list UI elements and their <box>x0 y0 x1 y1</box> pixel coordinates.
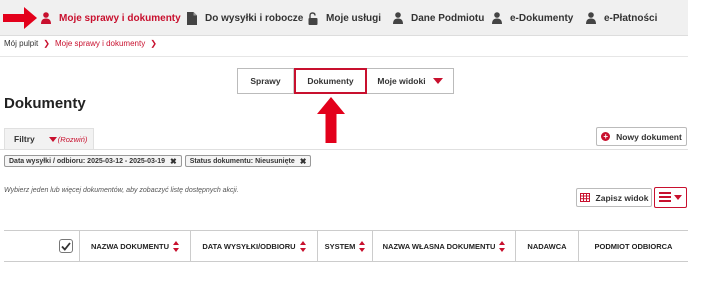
column-header-nadawca[interactable]: NADAWCA <box>516 231 579 261</box>
tab-sprawy[interactable]: Sprawy <box>238 69 294 93</box>
user-icon <box>40 11 52 25</box>
nav-item-label: Moje usługi <box>326 12 381 24</box>
column-header-label: DATA WYSYŁKI/ODBIORU <box>202 241 296 251</box>
nav-item-e-platnosci[interactable]: e-Płatności <box>585 0 657 36</box>
caret-down-icon <box>674 195 682 200</box>
sort-icon[interactable] <box>359 240 366 252</box>
document-icon <box>186 11 198 25</box>
unlock-icon <box>307 11 319 25</box>
view-tabs: Sprawy Dokumenty Moje widoki <box>237 68 454 94</box>
breadcrumb: Mój pulpit ❯ Moje sprawy i dokumenty ❯ <box>4 39 162 48</box>
filter-chip[interactable]: Data wysyłki / odbioru: 2025-03-12 - 202… <box>4 155 182 167</box>
nav-item-moje-sprawy[interactable]: Moje sprawy i dokumenty <box>40 0 181 36</box>
nav-item-label: Do wysyłki i robocze <box>205 12 304 24</box>
nav-item-label: e-Dokumenty <box>510 12 574 24</box>
column-header-podmiot-odbiorca[interactable]: PODMIOT ODBIORCA <box>579 231 688 261</box>
save-view-button[interactable]: Zapisz widok <box>576 188 652 207</box>
column-header-nazwa-dokumentu[interactable]: NAZWA DOKUMENTU <box>80 231 191 261</box>
tab-moje-widoki[interactable]: Moje widoki <box>367 69 453 93</box>
save-view-label: Zapisz widok <box>595 192 649 203</box>
filter-chip-label: Data wysyłki / odbioru: 2025-03-12 - 202… <box>9 157 166 165</box>
nav-item-e-dokumenty[interactable]: e-Dokumenty <box>491 0 573 36</box>
filter-chip[interactable]: Status dokumentu: Nieusunięte ✖ <box>184 155 312 167</box>
page-title: Dokumenty <box>4 95 86 112</box>
hamburger-icon <box>659 189 671 207</box>
nav-item-do-wysylki[interactable]: Do wysyłki i robocze <box>186 0 303 36</box>
tab-label: Sprawy <box>250 76 281 86</box>
user-icon <box>392 11 404 25</box>
filters-label: Filtry <box>14 134 35 144</box>
nav-item-moje-uslugi[interactable]: Moje usługi <box>307 0 381 36</box>
column-header-label: NAZWA DOKUMENTU <box>90 241 170 251</box>
column-header-label: SYSTEM <box>324 241 356 251</box>
tab-dokumenty[interactable]: Dokumenty <box>294 68 367 94</box>
close-icon[interactable]: ✖ <box>300 157 307 166</box>
divider <box>0 56 688 57</box>
user-icon <box>585 11 597 25</box>
column-header-data-wysylki[interactable]: DATA WYSYŁKI/ODBIORU <box>191 231 318 261</box>
checkmark-icon <box>61 241 71 251</box>
nav-item-label: e-Płatności <box>604 12 658 24</box>
user-icon <box>491 11 503 25</box>
breadcrumb-item-moj-pulpit[interactable]: Mój pulpit <box>4 39 38 48</box>
plus-circle-icon: + <box>601 132 611 141</box>
actions-menu-button[interactable] <box>654 187 687 208</box>
new-document-button[interactable]: + Nowy dokument <box>596 127 687 146</box>
select-all-column <box>4 231 80 261</box>
caret-down-icon <box>432 78 443 84</box>
tab-label: Moje widoki <box>377 76 426 86</box>
column-header-system[interactable]: SYSTEM <box>318 231 373 261</box>
filters-expand-label: (Rozwiń) <box>57 134 88 144</box>
table-icon <box>579 193 590 202</box>
filters-expand-toggle[interactable]: (Rozwiń) <box>48 134 88 144</box>
column-header-nazwa-wlasna[interactable]: NAZWA WŁASNA DOKUMENTU <box>373 231 516 261</box>
sort-icon[interactable] <box>499 240 506 252</box>
active-filter-chips: Data wysyłki / odbioru: 2025-03-12 - 202… <box>4 155 312 167</box>
annotation-arrow-right-icon <box>3 7 37 29</box>
filters-tab[interactable]: Filtry (Rozwiń) <box>4 128 94 149</box>
tab-label: Dokumenty <box>307 76 354 86</box>
sort-icon[interactable] <box>299 240 306 252</box>
selection-hint: Wybierz jeden lub więcej dokumentów, aby… <box>4 187 239 194</box>
nav-item-label: Moje sprawy i dokumenty <box>59 12 181 24</box>
nav-item-dane-podmiotu[interactable]: Dane Podmiotu <box>392 0 484 36</box>
column-header-label: NADAWCA <box>527 241 567 251</box>
caret-down-icon <box>48 136 57 142</box>
chevron-right-icon: ❯ <box>150 39 157 48</box>
filter-chip-label: Status dokumentu: Nieusunięte <box>189 157 295 165</box>
column-header-label: NAZWA WŁASNA DOKUMENTU <box>382 241 496 251</box>
select-all-checkbox[interactable] <box>59 239 73 253</box>
top-navigation: Moje sprawy i dokumenty Do wysyłki i rob… <box>0 0 688 36</box>
documents-table-header: NAZWA DOKUMENTU DATA WYSYŁKI/ODBIORU SYS… <box>4 230 688 262</box>
chevron-right-icon: ❯ <box>43 39 50 48</box>
column-header-label: PODMIOT ODBIORCA <box>594 241 673 251</box>
sort-icon[interactable] <box>173 240 180 252</box>
annotation-arrow-up-icon <box>317 97 345 143</box>
divider <box>0 149 688 150</box>
nav-item-label: Dane Podmiotu <box>411 12 485 24</box>
new-document-label: Nowy dokument <box>616 131 682 142</box>
breadcrumb-item-moje-sprawy[interactable]: Moje sprawy i dokumenty <box>55 39 145 48</box>
close-icon[interactable]: ✖ <box>170 157 177 166</box>
